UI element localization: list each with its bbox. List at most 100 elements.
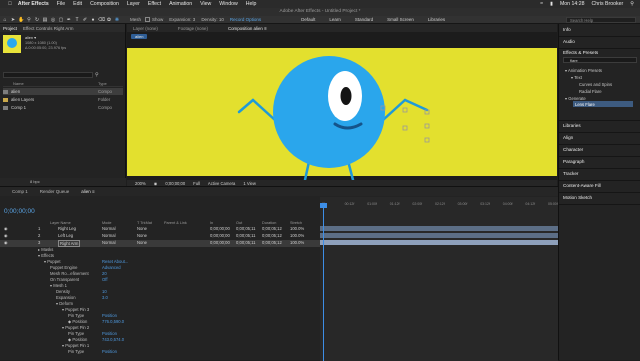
menu-edit[interactable]: Edit (73, 1, 82, 7)
panel-paragraph[interactable]: Paragraph (563, 159, 584, 164)
pen-tool-icon[interactable]: ✒ (66, 17, 72, 23)
menu-window[interactable]: Window (219, 1, 237, 7)
property-row[interactable]: ▾ Puppet Pin 3 (62, 307, 89, 312)
apple-icon[interactable]:  (8, 1, 12, 7)
panel-character[interactable]: Character (563, 147, 583, 152)
layer-out[interactable]: 0;00;05;11 (236, 226, 255, 231)
brush-tool-icon[interactable]: ✐ (82, 17, 88, 23)
col-out[interactable]: Out (236, 221, 242, 225)
property-row[interactable]: ▾ Puppet (44, 259, 61, 264)
layer-out[interactable]: 0;00;05;11 (236, 240, 255, 245)
rectangle-tool-icon[interactable]: ▢ (58, 17, 64, 23)
col-type[interactable]: Type (98, 81, 107, 86)
selection-tool-icon[interactable]: ➤ (10, 17, 16, 23)
tab-layer[interactable]: Layer (none) (133, 26, 158, 31)
pan-behind-tool-icon[interactable]: ◎ (50, 17, 56, 23)
tab-footage[interactable]: Footage (none) (178, 26, 208, 31)
col-trkmat[interactable]: T TrkMat (137, 221, 152, 225)
tab-effect-controls[interactable]: Effect Controls Right Arm (23, 26, 73, 31)
type-tool-icon[interactable]: T (74, 17, 80, 23)
col-mode[interactable]: Mode (102, 221, 112, 225)
menu-view[interactable]: View (200, 1, 211, 7)
layer-name[interactable]: Left Leg (58, 233, 73, 238)
menu-app-name[interactable]: After Effects (18, 1, 49, 7)
property-row[interactable]: Pin Type (68, 349, 84, 354)
project-search-input[interactable] (3, 72, 93, 78)
layer-mode[interactable]: Normal (102, 240, 116, 245)
fx-tree-item[interactable]: ▾ Text (571, 75, 582, 80)
property-row[interactable]: ▸ Masks (38, 247, 53, 252)
tab-composition[interactable]: Composition alien ≡ (228, 26, 267, 31)
user-name[interactable]: Chris Brooker (591, 1, 623, 7)
menu-layer[interactable]: Layer (127, 1, 140, 7)
menu-file[interactable]: File (57, 1, 65, 7)
camera-snapshot-icon[interactable]: ◉ (154, 181, 158, 186)
layer-name[interactable]: Right Arm (58, 240, 81, 247)
tab-render-queue[interactable]: Render Queue (40, 189, 70, 194)
fx-tree-item[interactable]: Radial Flare (579, 89, 602, 94)
property-value[interactable]: Position (102, 349, 117, 354)
property-row[interactable]: ▾ Mesh 1 (50, 283, 67, 288)
property-value[interactable]: 776.0,590.0 (102, 319, 124, 324)
tab-alien[interactable]: alien ≡ (81, 189, 94, 194)
property-row[interactable]: ◆ Position (68, 337, 87, 342)
expansion-field[interactable]: Expansion: 3 (169, 17, 195, 22)
property-row[interactable]: ▾ Puppet Pin 2 (62, 325, 89, 330)
layer-duration[interactable]: 0;00;05;12 (262, 240, 282, 245)
stamp-tool-icon[interactable]: ● (90, 17, 96, 23)
tab-project[interactable]: Project (3, 26, 17, 31)
layer-stretch[interactable]: 100.0% (290, 226, 304, 231)
project-row[interactable]: alien Layers Folder (3, 96, 123, 103)
property-row[interactable]: Expansion (56, 295, 76, 300)
views-dropdown[interactable]: 1 View (243, 181, 256, 186)
hand-tool-icon[interactable]: ✋ (18, 17, 24, 23)
property-row[interactable]: Pin Type (68, 331, 84, 336)
property-value[interactable]: 10 (102, 289, 107, 294)
property-row[interactable]: On Transparent (50, 277, 79, 282)
property-row[interactable]: ▾ Effects (38, 253, 54, 258)
property-value[interactable]: Off (102, 277, 108, 282)
layer-bar[interactable] (320, 233, 558, 238)
camera-tool-icon[interactable]: ▤ (42, 17, 48, 23)
menu-effect[interactable]: Effect (148, 1, 161, 7)
tab-comp-1[interactable]: Comp 1 (12, 189, 28, 194)
resolution-dropdown[interactable]: Full (193, 181, 200, 186)
project-row[interactable]: Comp 1 Compo (3, 104, 123, 111)
zoom-dropdown[interactable]: 200% (135, 181, 146, 186)
fx-tree-item[interactable]: Lens Flare (575, 102, 595, 107)
col-name[interactable]: Name (13, 81, 24, 86)
search-icon[interactable]: ⚲ (95, 72, 99, 78)
layer-row[interactable]: ◉ 2 Left Leg Normal None 0;00;00;00 0;00… (0, 233, 320, 240)
panel-content-aware-fill[interactable]: Content-Aware Fill (563, 183, 601, 188)
property-value[interactable]: Advanced (102, 265, 121, 270)
property-value[interactable]: 3.0 (102, 295, 108, 300)
panel-motion-sketch[interactable]: Motion Sketch (563, 195, 592, 200)
clock[interactable]: Mon 14:28 (560, 1, 585, 7)
panel-effects-presets[interactable]: Effects & Presets (563, 50, 598, 55)
layer-bar[interactable] (320, 240, 558, 245)
property-row[interactable]: Density (56, 289, 70, 294)
rotate-tool-icon[interactable]: ↻ (34, 17, 40, 23)
active-camera-dropdown[interactable]: Active Camera (208, 181, 235, 186)
workspace-standard[interactable]: Standard (355, 17, 373, 22)
col-duration[interactable]: Duration (262, 221, 276, 225)
panel-align[interactable]: Align (563, 135, 573, 140)
layer-stretch[interactable]: 100.0% (290, 240, 304, 245)
layer-mode[interactable]: Normal (102, 233, 116, 238)
property-value[interactable]: Position (102, 313, 117, 318)
layer-in[interactable]: 0;00;00;00 (210, 240, 230, 245)
menu-animation[interactable]: Animation (169, 1, 192, 7)
layer-name[interactable]: Right Leg (58, 226, 76, 231)
property-value[interactable]: 743.0,574.0 (102, 337, 124, 342)
property-row[interactable]: Puppet Engine (50, 265, 77, 270)
roto-brush-icon[interactable]: ✿ (106, 17, 112, 23)
panel-audio[interactable]: Audio (563, 39, 575, 44)
col-layer-name[interactable]: Layer Name (50, 221, 71, 225)
menu-help[interactable]: Help (246, 1, 257, 7)
property-row[interactable]: Mesh Ro...efinement (50, 271, 89, 276)
layer-bar[interactable] (320, 226, 558, 231)
col-in[interactable]: In (210, 221, 213, 225)
col-parent[interactable]: Parent & Link (164, 221, 187, 225)
show-mesh-checkbox[interactable] (145, 17, 151, 22)
layer-in[interactable]: 0;00;00;00 (210, 233, 230, 238)
